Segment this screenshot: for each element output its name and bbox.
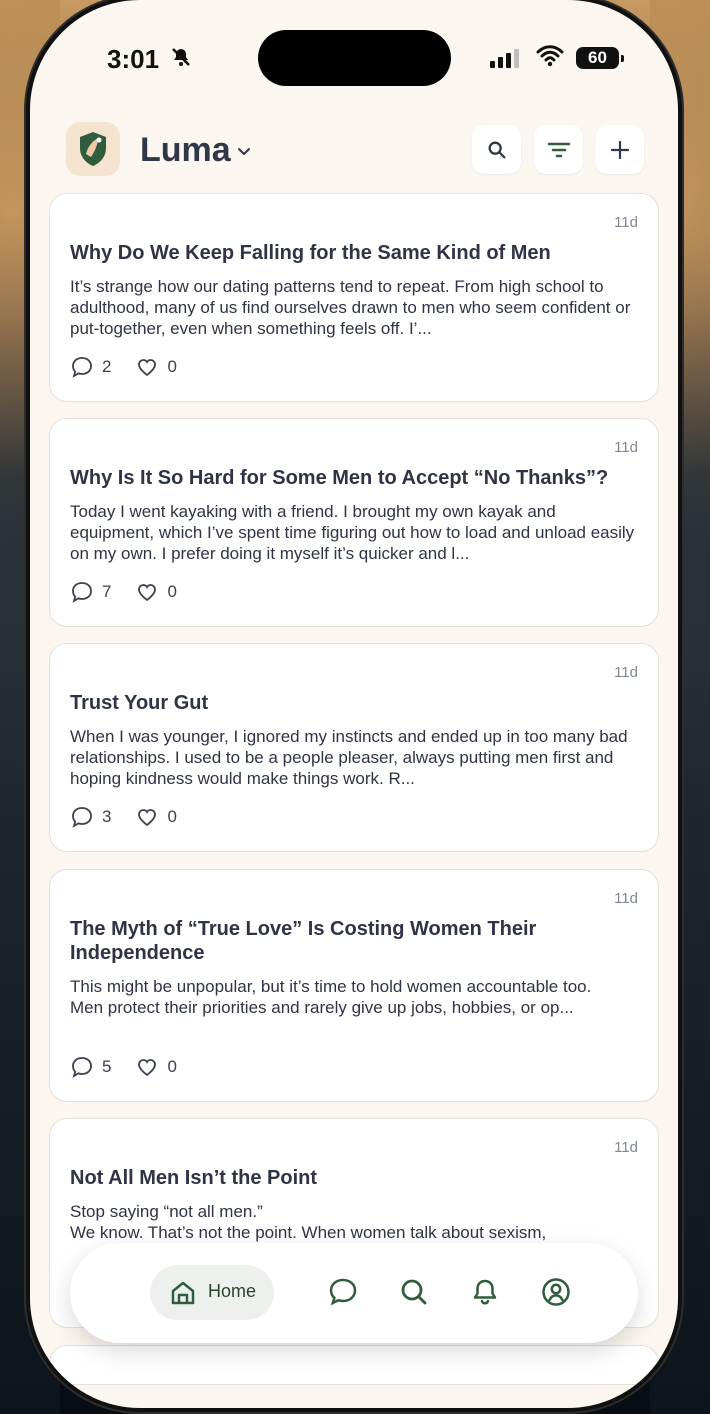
comment-icon: [72, 357, 92, 378]
battery-cap: [621, 55, 624, 62]
search-button[interactable]: [472, 125, 521, 174]
comment-count-value: 2: [102, 357, 112, 376]
post-age: 11d: [614, 214, 638, 231]
comment-count-value: 7: [102, 582, 112, 601]
comment-icon: [72, 807, 92, 828]
post-age: 11d: [614, 1139, 638, 1156]
signal-icon: [490, 49, 519, 68]
search-icon: [488, 141, 505, 158]
heart-icon: [138, 359, 157, 377]
like-count[interactable]: 0: [135, 805, 177, 829]
comment-count[interactable]: 7: [70, 580, 111, 604]
post-excerpt: When I was younger, I ignored my instinc…: [70, 727, 628, 788]
shield-icon: [80, 132, 106, 166]
post-meta: 5 0: [70, 1055, 177, 1079]
dynamic-island: [258, 30, 451, 86]
post-title: Trust Your Gut: [70, 692, 209, 714]
chevron-down-icon[interactable]: [235, 142, 253, 160]
bell-icon[interactable]: [469, 1276, 501, 1308]
post-title: Why Is It So Hard for Some Men to Accept…: [70, 467, 609, 489]
like-count-value: 0: [167, 582, 177, 601]
like-count-value: 0: [167, 807, 177, 826]
app-logo: [66, 122, 120, 176]
post-title: Not All Men Isn’t the Point: [70, 1167, 318, 1189]
filter-icon: [547, 142, 570, 157]
comment-count[interactable]: 5: [70, 1055, 111, 1079]
comment-count-value: 3: [102, 807, 112, 826]
muted-bell-icon: [172, 48, 190, 66]
comment-icon: [72, 1057, 92, 1078]
app-title[interactable]: Luma: [140, 131, 231, 170]
post-card-partial[interactable]: [49, 1345, 659, 1385]
heart-icon: [138, 1059, 157, 1077]
post-excerpt: Stop saying “not all men.” We know. That…: [70, 1202, 547, 1242]
post-age: 11d: [614, 890, 638, 907]
post-excerpt: Today I went kayaking with a friend. I b…: [70, 502, 635, 563]
heart-icon: [138, 809, 157, 827]
post-card[interactable]: 11d Trust Your Gut When I was younger, I…: [49, 643, 659, 852]
like-count[interactable]: 0: [135, 355, 177, 379]
search-icon[interactable]: [398, 1276, 430, 1308]
profile-icon[interactable]: [540, 1276, 572, 1308]
bottom-tab-bar: Home: [70, 1243, 638, 1343]
post-meta: 3 0: [70, 805, 177, 829]
plus-icon: [610, 140, 629, 159]
chat-icon[interactable]: [327, 1276, 359, 1308]
status-bar: 3:01 60: [30, 0, 678, 105]
phone-screen: 3:01 60 Luma 11d Why Do We Keep Falling …: [30, 0, 678, 1408]
wifi-icon: [536, 45, 564, 67]
post-age: 11d: [614, 439, 638, 456]
post-meta: 2 0: [70, 355, 177, 379]
tab-home-label[interactable]: Home: [208, 1281, 256, 1302]
status-time: 3:01: [107, 44, 160, 74]
like-count[interactable]: 0: [135, 1055, 177, 1079]
comment-count[interactable]: 2: [70, 355, 111, 379]
battery-indicator: 60: [576, 47, 619, 69]
post-age: 11d: [614, 664, 638, 681]
post-card[interactable]: 11d Why Do We Keep Falling for the Same …: [49, 193, 659, 402]
post-card[interactable]: 11d The Myth of “True Love” Is Costing W…: [49, 869, 659, 1102]
heart-icon: [138, 584, 157, 602]
top-header: Luma: [30, 114, 678, 184]
post-title: Why Do We Keep Falling for the Same Kind…: [70, 242, 551, 264]
like-count[interactable]: 0: [135, 580, 177, 604]
comment-count[interactable]: 3: [70, 805, 111, 829]
post-excerpt: It’s strange how our dating patterns ten…: [70, 277, 631, 338]
post-title: The Myth of “True Love” Is Costing Women…: [70, 918, 537, 964]
add-post-button[interactable]: [595, 125, 644, 174]
post-meta: 7 0: [70, 580, 177, 604]
comment-icon: [72, 582, 92, 603]
filter-button[interactable]: [534, 125, 583, 174]
like-count-value: 0: [167, 357, 177, 376]
home-icon[interactable]: [168, 1278, 198, 1308]
like-count-value: 0: [167, 1057, 177, 1076]
post-excerpt: This might be unpopular, but it’s time t…: [70, 977, 592, 1017]
comment-count-value: 5: [102, 1057, 112, 1076]
post-card[interactable]: 11d Why Is It So Hard for Some Men to Ac…: [49, 418, 659, 627]
